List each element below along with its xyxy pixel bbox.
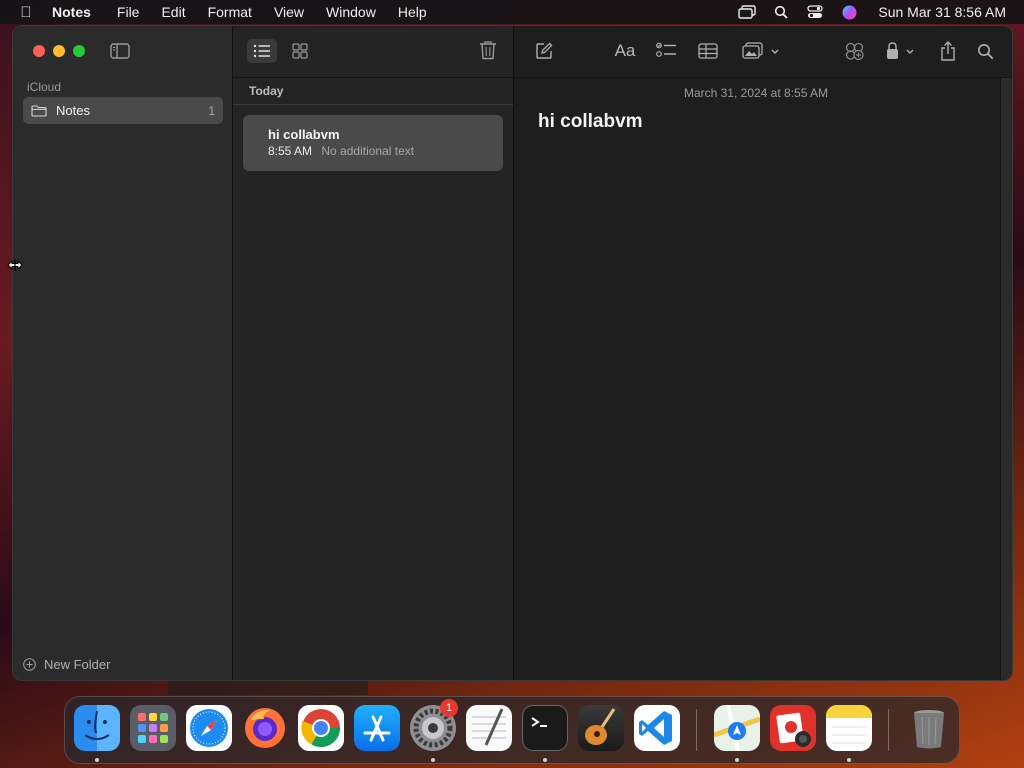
safari-icon [190,709,228,747]
dock-garageband[interactable] [578,705,624,751]
dock-terminal[interactable] [522,705,568,751]
new-folder-button[interactable]: New Folder [23,657,110,672]
running-indicator [735,758,739,762]
running-indicator [543,758,547,762]
new-folder-label: New Folder [44,657,111,672]
menu-bar:  Notes File Edit Format View Window Hel… [0,0,1024,24]
dock-safari[interactable] [186,705,232,751]
plus-circle-icon [23,658,36,671]
menu-format[interactable]: Format [197,4,263,20]
zoom-window-button[interactable] [73,45,85,57]
note-list-item[interactable]: hi collabvm 8:55 AM No additional text [243,115,503,171]
dock-separator [888,709,889,751]
folder-item-count: 1 [208,103,215,118]
dock-textedit[interactable] [466,705,512,751]
terminal-icon [531,717,547,727]
menu-file[interactable]: File [106,4,151,20]
gallery-view-button[interactable] [285,39,315,63]
dock-photo-booth[interactable] [770,705,816,751]
note-item-title: hi collabvm [268,127,340,142]
note-body[interactable]: hi collabvm [538,111,643,133]
textedit-icon [472,708,506,746]
menu-app-notes[interactable]: Notes [52,4,106,20]
share-icon[interactable] [939,41,957,61]
running-indicator [431,758,435,762]
note-timestamp: March 31, 2024 at 8:55 AM [683,86,829,100]
checklist-icon[interactable] [655,41,677,61]
note-group-header: Today [249,84,284,98]
note-list-toolbar [233,26,513,78]
launchpad-icon [138,713,168,743]
dock-vscode[interactable] [634,705,680,751]
notes-icon [826,705,872,744]
apple-menu-icon[interactable]:  [0,4,52,21]
editor-scrollbar[interactable] [1000,78,1012,680]
dock-launchpad[interactable] [130,705,176,751]
spotlight-search-icon[interactable] [764,5,798,19]
maps-icon [714,705,760,751]
desktop-background-element [168,681,368,695]
dock-notes[interactable] [826,705,872,751]
editor-toolbar: Aa [514,26,1012,78]
resize-cursor-icon [7,258,23,272]
dock-chrome[interactable] [298,705,344,751]
folder-item-label: Notes [56,103,90,118]
control-center-icon[interactable] [798,5,832,19]
finder-icon [84,710,110,740]
trash-icon [480,41,496,60]
media-menu-icon[interactable] [741,41,781,61]
trash-bin-icon [914,710,944,749]
delete-note-button[interactable] [479,40,499,62]
dock-finder[interactable] [74,705,120,751]
close-window-button[interactable] [33,45,45,57]
compose-note-icon[interactable] [534,41,554,61]
notification-badge: 1 [440,699,458,717]
collaborate-icon[interactable] [843,41,865,61]
folder-item-notes[interactable]: Notes 1 [23,97,223,124]
note-item-meta: 8:55 AM No additional text [268,144,503,158]
menu-window[interactable]: Window [315,4,387,20]
note-list-pane: Today hi collabvm 8:55 AM No additional … [233,26,514,680]
table-icon[interactable] [697,41,719,61]
note-item-preview: No additional text [321,144,415,158]
minimize-window-button[interactable] [53,45,65,57]
dock-separator [696,709,697,751]
folders-sidebar: iCloud Notes 1 New Folder [13,26,233,680]
icloud-section-label: iCloud [27,80,62,94]
note-item-time: 8:55 AM [268,144,313,158]
dock-trash[interactable] [906,705,952,751]
app-store-icon [363,715,391,742]
menu-clock[interactable]: Sun Mar 31 8:56 AM [866,4,1024,20]
chrome-icon [301,709,341,748]
firefox-icon [245,708,285,748]
running-indicator [847,758,851,762]
vscode-icon [639,711,672,745]
folder-icon [31,104,47,117]
list-view-button[interactable] [247,39,277,63]
dock: 1 [64,696,960,764]
window-controls [33,45,85,57]
sidebar-toggle-icon[interactable] [110,43,130,59]
screen-mirroring-icon[interactable] [730,5,764,19]
search-icon[interactable] [976,41,994,61]
dock-firefox[interactable] [242,705,288,751]
siri-icon[interactable] [832,5,866,20]
running-indicator [95,758,99,762]
text-format-icon[interactable]: Aa [613,41,637,61]
menu-help[interactable]: Help [387,4,438,20]
list-icon [253,44,270,58]
dock-maps[interactable] [714,705,760,751]
photo-booth-icon [776,712,811,747]
divider [233,104,513,105]
guitar-icon [585,708,616,745]
dock-app-store[interactable] [354,705,400,751]
notes-window: iCloud Notes 1 New Folder Today hi colla… [12,25,1013,681]
grid-icon [292,43,308,59]
lock-note-icon[interactable] [884,41,918,61]
note-editor: Aa March 31, 2024 at 8:55 AM hi collabvm [514,26,1012,680]
menu-edit[interactable]: Edit [150,4,196,20]
menu-view[interactable]: View [263,4,315,20]
